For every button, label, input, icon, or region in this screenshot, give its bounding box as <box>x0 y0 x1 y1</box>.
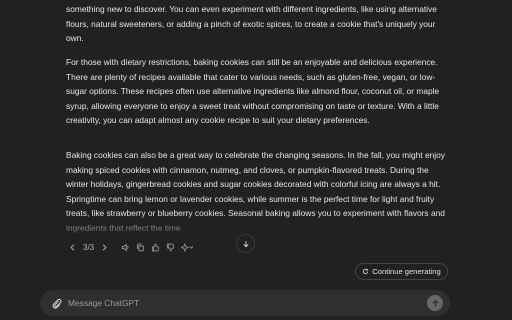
continue-generating-label: Continue generating <box>372 267 441 276</box>
copy-icon[interactable] <box>134 241 147 254</box>
response-paragraph: something new to discover. You can even … <box>66 4 437 44</box>
send-button[interactable] <box>427 295 443 311</box>
thumbs-down-icon[interactable] <box>164 241 177 254</box>
scroll-to-bottom-button[interactable] <box>236 234 255 253</box>
chevron-right-icon[interactable] <box>98 241 111 254</box>
paperclip-icon[interactable] <box>51 297 63 309</box>
arrow-up-icon <box>432 299 438 307</box>
message-actions: 3/3 <box>66 239 196 255</box>
thumbs-up-icon[interactable] <box>149 241 162 254</box>
response-paragraph: Baking cookies can also be a great way t… <box>66 150 445 233</box>
sparkle-icon[interactable] <box>179 241 196 254</box>
speaker-icon[interactable] <box>119 241 132 254</box>
message-input[interactable] <box>68 294 418 312</box>
response-pagination: 3/3 <box>66 241 111 254</box>
arrow-down-icon <box>242 240 249 247</box>
message-composer <box>40 290 450 316</box>
continue-generating-button[interactable]: Continue generating <box>355 263 448 280</box>
pagination-label: 3/3 <box>83 242 95 252</box>
refresh-icon <box>363 268 369 275</box>
response-paragraph: For those with dietary restrictions, bak… <box>66 57 440 126</box>
chevron-left-icon[interactable] <box>66 241 79 254</box>
